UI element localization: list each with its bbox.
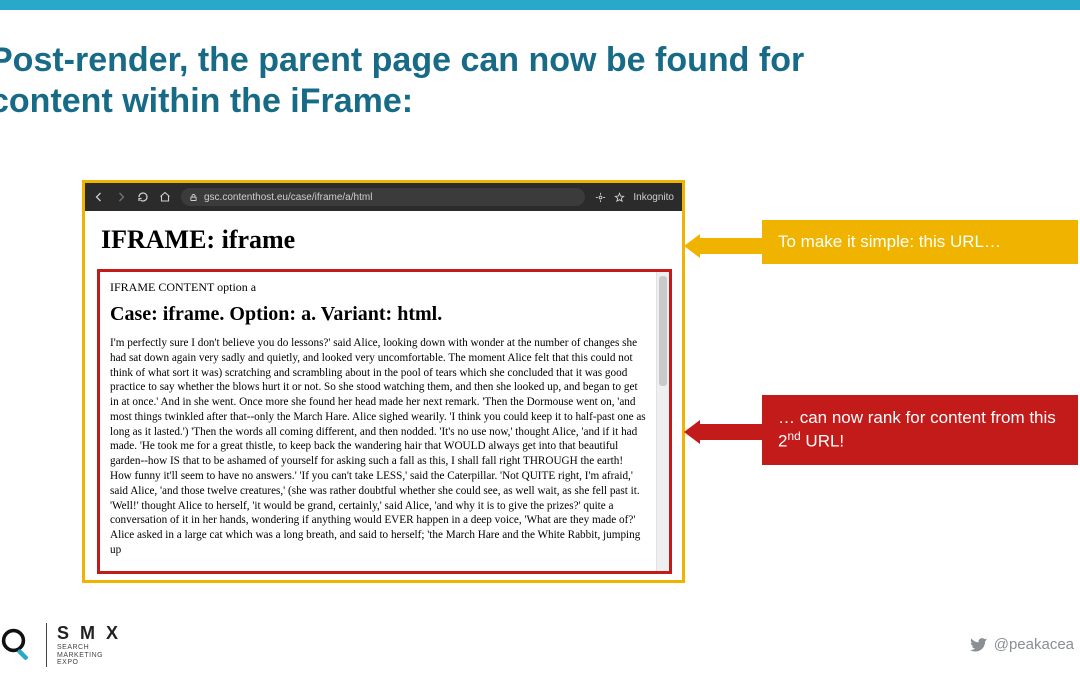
- back-icon[interactable]: [93, 191, 105, 203]
- callout-yellow: To make it simple: this URL…: [762, 220, 1078, 264]
- incognito-label: Inkognito: [633, 192, 674, 203]
- arrow-red-icon: [684, 420, 764, 444]
- browser-right-icons: Inkognito: [595, 192, 674, 203]
- parent-page-content: IFRAME: iframe: [85, 211, 682, 263]
- magnifier-icon: [0, 627, 36, 663]
- url-text: gsc.contenthost.eu/case/iframe/a/html: [204, 192, 372, 203]
- forward-icon[interactable]: [115, 191, 127, 203]
- browser-window: gsc.contenthost.eu/case/iframe/a/html In…: [82, 180, 685, 583]
- reload-icon[interactable]: [137, 191, 149, 203]
- lock-icon: [189, 193, 198, 202]
- slide-content: Post-render, the parent page can now be …: [0, 10, 1080, 675]
- share-icon[interactable]: [595, 192, 606, 203]
- callout-red-post: URL!: [801, 432, 844, 451]
- smx-sub2: MARKETING: [57, 652, 121, 660]
- smx-title: S M X: [57, 623, 121, 644]
- footer: S M X SEARCH MARKETING EXPO @peakacea: [0, 623, 1080, 667]
- logo-group: S M X SEARCH MARKETING EXPO: [6, 623, 121, 667]
- browser-chrome-bar: gsc.contenthost.eu/case/iframe/a/html In…: [85, 183, 682, 211]
- iframe-content: IFRAME CONTENT option a Case: iframe. Op…: [100, 272, 656, 571]
- url-bar[interactable]: gsc.contenthost.eu/case/iframe/a/html: [181, 188, 585, 206]
- star-icon[interactable]: [614, 192, 625, 203]
- smx-sub3: EXPO: [57, 659, 121, 667]
- twitter-icon: [970, 636, 988, 654]
- parent-heading: IFRAME: iframe: [101, 225, 666, 255]
- home-icon[interactable]: [159, 191, 171, 203]
- browser-nav-icons: [93, 191, 171, 203]
- callout-red-text: … can now rank for content from this 2nd…: [778, 407, 1062, 453]
- callout-red: … can now rank for content from this 2nd…: [762, 395, 1078, 465]
- iframe-heading: Case: iframe. Option: a. Variant: html.: [110, 303, 646, 326]
- smx-logo: S M X SEARCH MARKETING EXPO: [46, 623, 121, 667]
- iframe-body-text: I'm perfectly sure I don't believe you d…: [110, 336, 646, 558]
- handle-text: @peakacea: [994, 636, 1074, 653]
- twitter-handle[interactable]: @peakacea: [970, 636, 1074, 654]
- scrollbar-thumb[interactable]: [659, 276, 667, 386]
- scrollbar-track[interactable]: [656, 272, 669, 571]
- callout-yellow-text: To make it simple: this URL…: [778, 232, 1001, 252]
- smx-sub1: SEARCH: [57, 644, 121, 652]
- iframe-label: IFRAME CONTENT option a: [110, 280, 646, 295]
- callout-red-sup: nd: [787, 429, 800, 443]
- top-accent-bar: [0, 0, 1080, 10]
- iframe-container: IFRAME CONTENT option a Case: iframe. Op…: [97, 269, 672, 574]
- slide-title: Post-render, the parent page can now be …: [0, 10, 890, 122]
- arrow-yellow-icon: [684, 234, 764, 258]
